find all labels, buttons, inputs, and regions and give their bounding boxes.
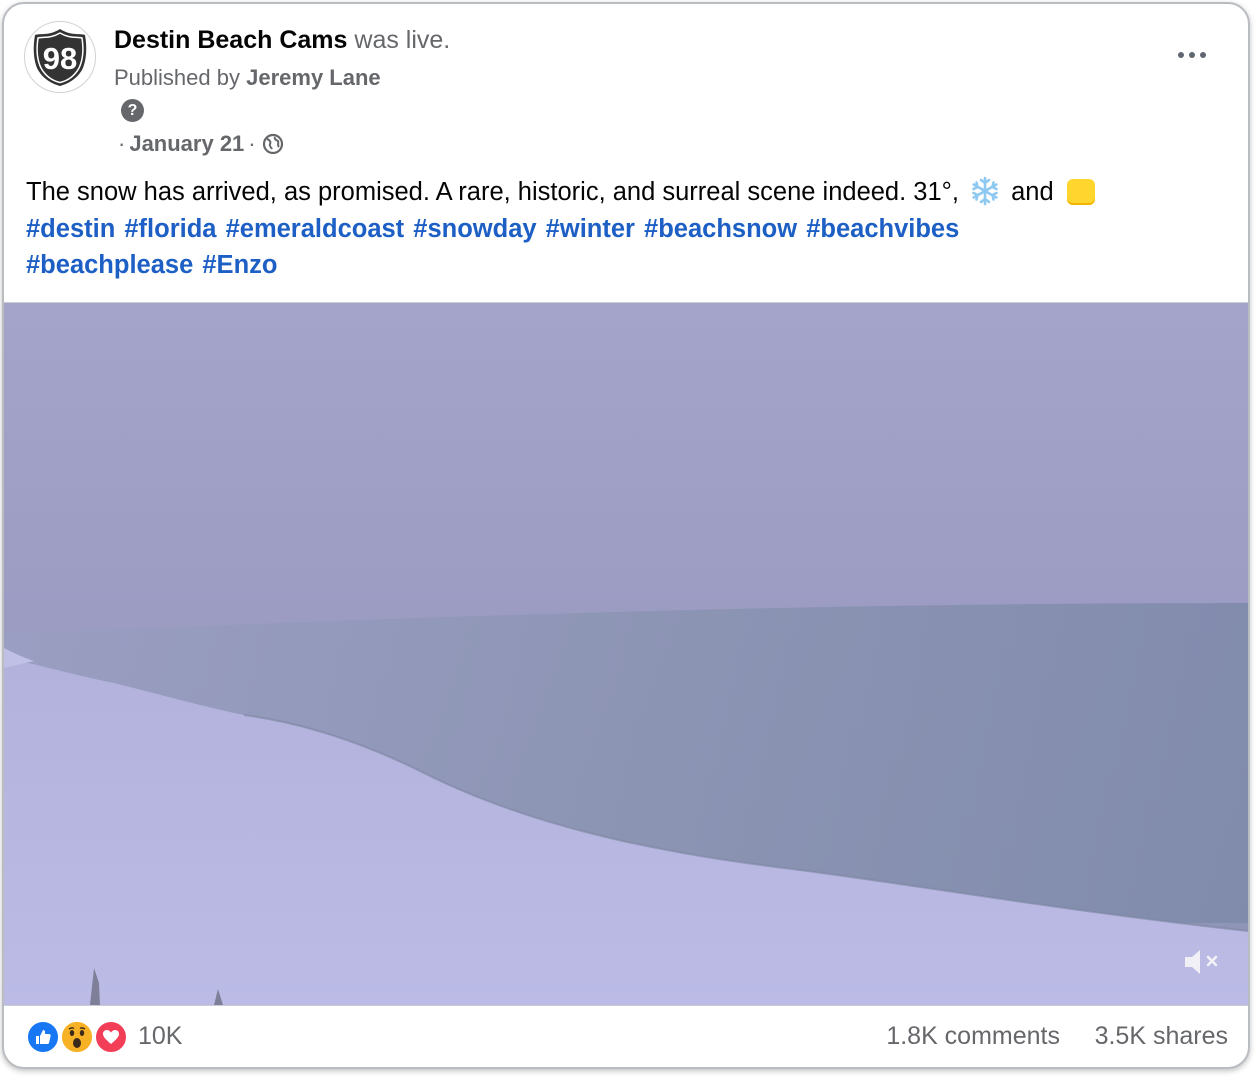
caption-and: and bbox=[1011, 178, 1054, 206]
date-separator: · bbox=[118, 131, 126, 156]
globe-icon bbox=[262, 133, 283, 155]
post-date-link[interactable]: January 21 bbox=[129, 131, 244, 157]
wow-icon bbox=[60, 1020, 94, 1054]
facebook-post-card: 98 Destin Beach Cams was live. Published… bbox=[2, 2, 1250, 1069]
post-date-line: · January 21 · bbox=[114, 131, 284, 157]
hashtag-link[interactable]: #florida bbox=[124, 215, 216, 243]
hashtag-link[interactable]: #beachplease bbox=[26, 251, 193, 279]
post-footer-stats: 10K 1.8K comments 3.5K shares bbox=[4, 1006, 1248, 1067]
snowy-beach-video-frame bbox=[4, 303, 1248, 1005]
hashtag-list: #destin #florida #emeraldcoast #snowday … bbox=[26, 215, 959, 280]
snowflake-emoji-icon bbox=[972, 176, 998, 206]
published-by-prefix: Published by bbox=[114, 65, 240, 90]
comments-count-link[interactable]: 1.8K comments bbox=[886, 1022, 1060, 1051]
svg-text:98: 98 bbox=[43, 41, 77, 76]
publisher-name-link[interactable]: Jeremy Lane bbox=[246, 65, 381, 90]
hashtag-link[interactable]: #destin bbox=[26, 215, 115, 243]
caption-text: The snow has arrived, as promised. A rar… bbox=[26, 178, 959, 206]
hashtag-link[interactable]: #snowday bbox=[413, 215, 536, 243]
reaction-icons[interactable] bbox=[26, 1020, 136, 1054]
hashtag-link[interactable]: #Enzo bbox=[202, 251, 277, 279]
muted-speaker-icon[interactable] bbox=[1182, 945, 1222, 979]
shares-count-link[interactable]: 3.5K shares bbox=[1095, 1022, 1228, 1051]
live-video-player[interactable] bbox=[4, 302, 1248, 1006]
like-icon bbox=[26, 1020, 60, 1054]
route-98-shield-logo: 98 bbox=[33, 29, 87, 86]
reaction-count[interactable]: 10K bbox=[138, 1022, 182, 1051]
published-by-line: Published by Jeremy Lane bbox=[114, 65, 381, 91]
post-header-title: Destin Beach Cams was live. bbox=[114, 26, 450, 55]
page-name-link[interactable]: Destin Beach Cams bbox=[114, 26, 347, 54]
date-separator-2: · bbox=[248, 131, 256, 156]
hashtag-link[interactable]: #emeraldcoast bbox=[226, 215, 405, 243]
help-question-icon[interactable]: ? bbox=[121, 99, 144, 122]
post-caption: The snow has arrived, as promised. A rar… bbox=[26, 174, 1226, 284]
page-avatar[interactable]: 98 bbox=[24, 21, 96, 93]
activity-text: was live. bbox=[354, 26, 451, 54]
hashtag-link[interactable]: #winter bbox=[546, 215, 635, 243]
hashtag-link[interactable]: #beachvibes bbox=[806, 215, 959, 243]
more-options-icon[interactable] bbox=[1172, 42, 1212, 68]
hashtag-link[interactable]: #beachsnow bbox=[644, 215, 797, 243]
yellow-square-emoji-icon bbox=[1066, 179, 1095, 205]
love-icon bbox=[94, 1020, 128, 1054]
